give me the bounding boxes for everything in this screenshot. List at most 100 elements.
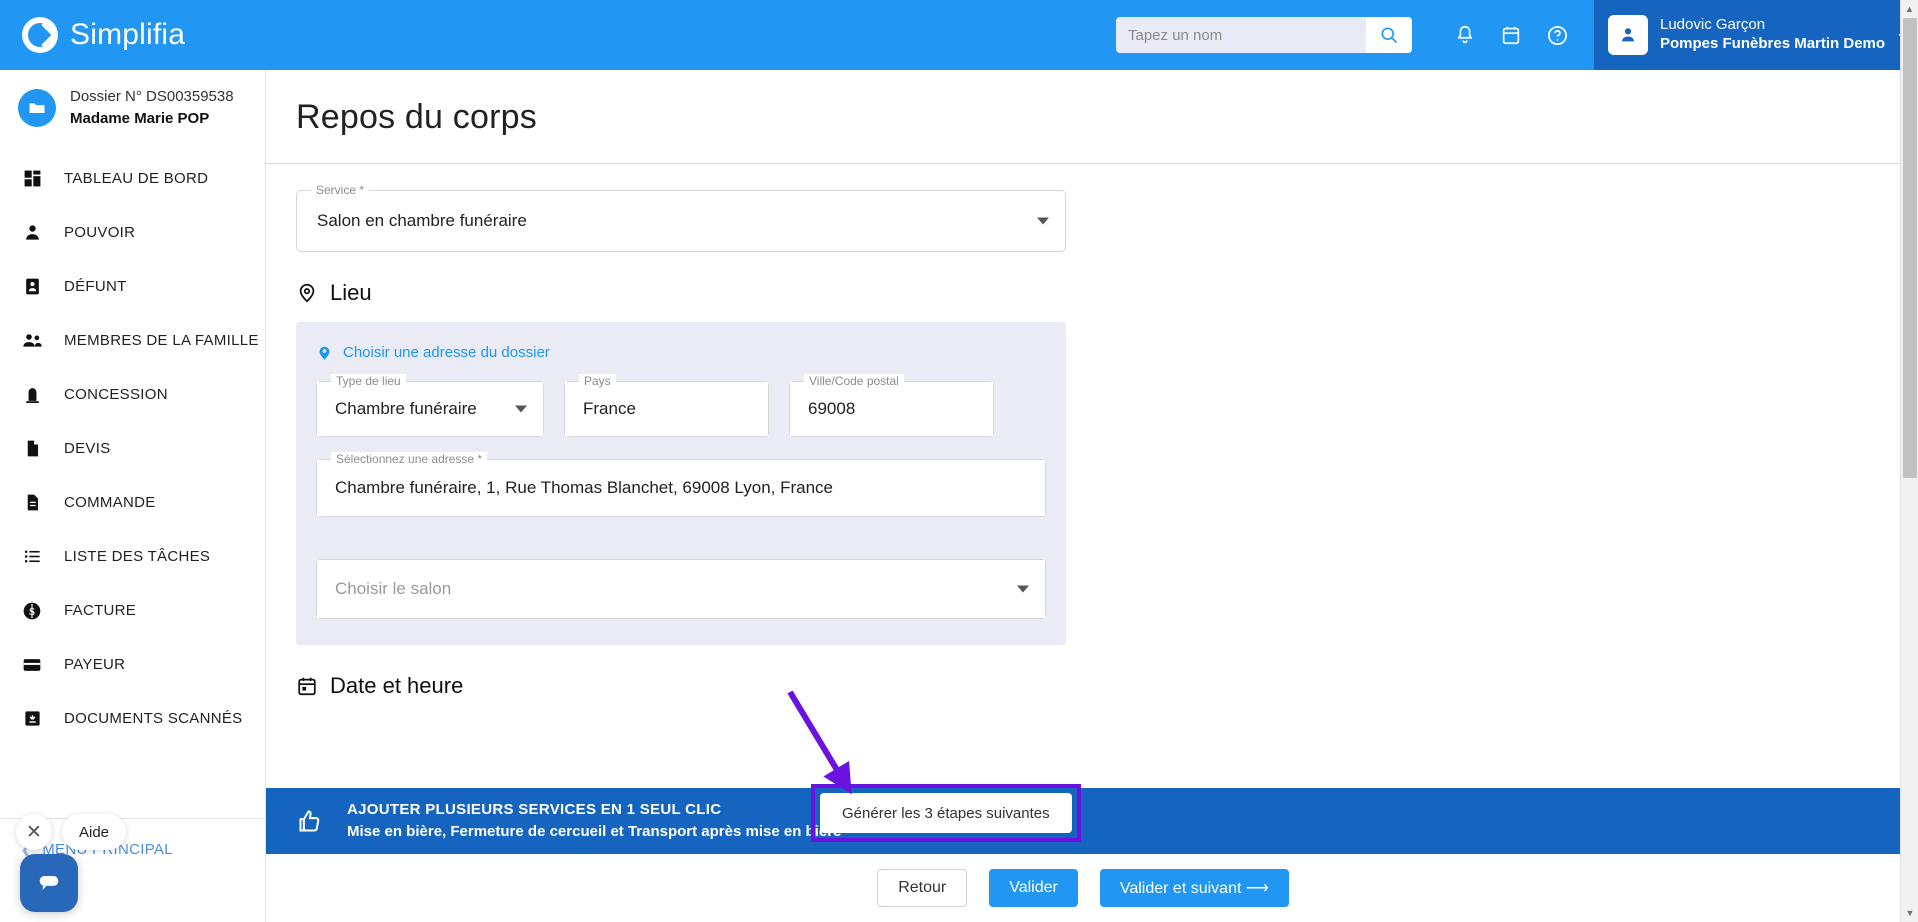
valider-et-suivant-button[interactable]: Valider et suivant ⟶ xyxy=(1099,869,1289,907)
notifications-button[interactable] xyxy=(1442,12,1488,58)
salon-value-box[interactable]: Choisir le salon xyxy=(317,560,1045,618)
ville-code-postal-label: Ville/Code postal xyxy=(804,374,904,388)
type-de-lieu-select[interactable]: Type de lieu Chambre funéraire xyxy=(316,374,544,437)
sidebar-item-label: LISTE DES TÂCHES xyxy=(64,548,211,565)
search-button[interactable] xyxy=(1366,17,1412,53)
chevron-down-icon[interactable] xyxy=(1037,217,1049,225)
chevron-down-icon[interactable] xyxy=(515,405,527,413)
vertical-scrollbar[interactable]: ▲ ▼ xyxy=(1900,0,1918,922)
scroll-up-button[interactable]: ▲ xyxy=(1901,0,1918,18)
scrollbar-thumb[interactable] xyxy=(1903,18,1917,478)
adresse-label: Sélectionnez une adresse * xyxy=(331,452,488,466)
service-label: Service * xyxy=(311,183,370,197)
sidebar-item-label: MEMBRES DE LA FAMILLE xyxy=(64,332,259,349)
scroll-down-button[interactable]: ▼ xyxy=(1901,904,1918,922)
ville-code-postal-field[interactable]: Ville/Code postal 69008 xyxy=(789,374,994,437)
sidebar-item-documents-scannes[interactable]: DOCUMENTS SCANNÉS xyxy=(0,692,265,746)
footer-actions: Retour Valider Valider et suivant ⟶ xyxy=(266,854,1900,922)
sidebar-item-concession[interactable]: CONCESSION xyxy=(0,368,265,422)
ville-code-postal-value-box[interactable]: 69008 xyxy=(790,382,993,436)
thumbs-up-icon xyxy=(299,809,320,832)
close-icon[interactable]: ✕ xyxy=(16,814,52,850)
calendar-icon xyxy=(298,677,316,696)
date-title: Date et heure xyxy=(330,673,464,698)
sidebar: Dossier N° DS00359538 Madame Marie POP T… xyxy=(0,70,266,922)
adresse-field[interactable]: Sélectionnez une adresse * Chambre funér… xyxy=(316,452,1046,517)
choose-address-link[interactable]: Choisir une adresse du dossier xyxy=(316,344,1046,361)
sidebar-item-membres-de-la-famille[interactable]: MEMBRES DE LA FAMILLE xyxy=(0,314,265,368)
adresse-value-box[interactable]: Chambre funéraire, 1, Rue Thomas Blanche… xyxy=(317,460,1045,516)
headstone-icon xyxy=(20,385,44,404)
lieu-section-header: Lieu xyxy=(296,280,1900,306)
dossier-text: Dossier N° DS00359538 Madame Marie POP xyxy=(70,86,234,130)
sidebar-item-payeur[interactable]: PAYEUR xyxy=(0,638,265,692)
sidebar-item-commande[interactable]: COMMANDE xyxy=(0,476,265,530)
list-icon xyxy=(20,547,44,566)
service-select[interactable]: Service * Salon en chambre funéraire xyxy=(296,183,1066,252)
form-area: Service * Salon en chambre funéraire Lie… xyxy=(266,164,1900,699)
sidebar-item-facture[interactable]: S FACTURE xyxy=(0,584,265,638)
sidebar-item-devis[interactable]: DEVIS xyxy=(0,422,265,476)
credit-card-icon xyxy=(20,655,44,675)
pays-label: Pays xyxy=(579,374,616,388)
lieu-panel: Choisir une adresse du dossier Type de l… xyxy=(296,322,1066,645)
type-de-lieu-value-box[interactable]: Chambre funéraire xyxy=(317,382,543,436)
dashboard-icon xyxy=(20,169,44,188)
promo-texts: AJOUTER PLUSIEURS SERVICES EN 1 SEUL CLI… xyxy=(347,799,841,843)
sidebar-item-label: TABLEAU DE BORD xyxy=(64,170,209,187)
simplifia-logo-icon xyxy=(22,17,58,53)
id-card-icon xyxy=(20,277,44,296)
pays-value-box[interactable]: France xyxy=(565,382,768,436)
document-icon xyxy=(20,439,44,458)
chat-launcher-button[interactable] xyxy=(20,854,78,912)
aide-button[interactable]: Aide xyxy=(62,814,127,850)
sidebar-item-label: PAYEUR xyxy=(64,656,126,673)
search-icon xyxy=(1381,27,1398,44)
close-glyph: ✕ xyxy=(26,821,42,843)
sidebar-item-defunt[interactable]: DÉFUNT xyxy=(0,260,265,314)
main-content: Repos du corps Service * Salon en chambr… xyxy=(266,70,1900,922)
sidebar-item-tableau-de-bord[interactable]: TABLEAU DE BORD xyxy=(0,152,265,206)
user-meta: Ludovic Garçon Pompes Funèbres Martin De… xyxy=(1660,16,1885,54)
valider-button[interactable]: Valider xyxy=(989,869,1078,907)
pays-field[interactable]: Pays France xyxy=(564,374,769,437)
chevron-down-icon[interactable] xyxy=(1017,585,1029,593)
search-box[interactable] xyxy=(1116,17,1412,53)
help-button[interactable] xyxy=(1534,12,1580,58)
ville-code-postal-value: 69008 xyxy=(808,399,856,418)
lieu-fields-row: Type de lieu Chambre funéraire Pays Fran… xyxy=(316,374,1046,437)
promo-banner: AJOUTER PLUSIEURS SERVICES EN 1 SEUL CLI… xyxy=(266,784,1900,854)
dollar-coin-icon: S xyxy=(20,601,44,621)
folder-icon-circle xyxy=(18,88,56,127)
brand-logo-area[interactable]: Simplifia xyxy=(0,17,266,53)
lieu-title: Lieu xyxy=(330,280,372,305)
sidebar-item-label: DÉFUNT xyxy=(64,278,127,295)
aide-label: Aide xyxy=(79,823,110,841)
date-section-header: Date et heure xyxy=(296,673,1900,699)
sidebar-item-label: DOCUMENTS SCANNÉS xyxy=(64,710,243,727)
search-input[interactable] xyxy=(1116,26,1366,44)
dossier-summary[interactable]: Dossier N° DS00359538 Madame Marie POP xyxy=(0,70,265,146)
generer-etapes-button[interactable]: Générer les 3 étapes suivantes xyxy=(820,793,1072,833)
pays-value: France xyxy=(583,399,636,418)
calendar-icon xyxy=(1502,26,1520,45)
type-de-lieu-label: Type de lieu xyxy=(331,374,406,388)
sidebar-item-label: DEVIS xyxy=(64,440,111,457)
adresse-value: Chambre funéraire, 1, Rue Thomas Blanche… xyxy=(335,478,834,497)
retour-button[interactable]: Retour xyxy=(877,869,968,907)
sidebar-item-label: COMMANDE xyxy=(64,494,156,511)
sidebar-item-pouvoir[interactable]: POUVOIR xyxy=(0,206,265,260)
location-pin-icon xyxy=(319,346,330,360)
sidebar-item-liste-des-taches[interactable]: LISTE DES TÂCHES xyxy=(0,530,265,584)
document-lines-icon xyxy=(20,493,44,512)
choose-address-label: Choisir une adresse du dossier xyxy=(343,344,550,361)
calendar-button[interactable] xyxy=(1488,12,1534,58)
dossier-number: Dossier N° DS00359538 xyxy=(70,88,234,105)
user-menu[interactable]: Ludovic Garçon Pompes Funèbres Martin De… xyxy=(1594,0,1918,70)
sidebar-item-label: CONCESSION xyxy=(64,386,168,403)
brand-name: Simplifia xyxy=(70,18,186,51)
salon-placeholder: Choisir le salon xyxy=(335,579,452,598)
sidebar-item-label: FACTURE xyxy=(64,602,137,619)
salon-select[interactable]: Choisir le salon xyxy=(316,559,1046,619)
person-icon xyxy=(20,223,44,242)
